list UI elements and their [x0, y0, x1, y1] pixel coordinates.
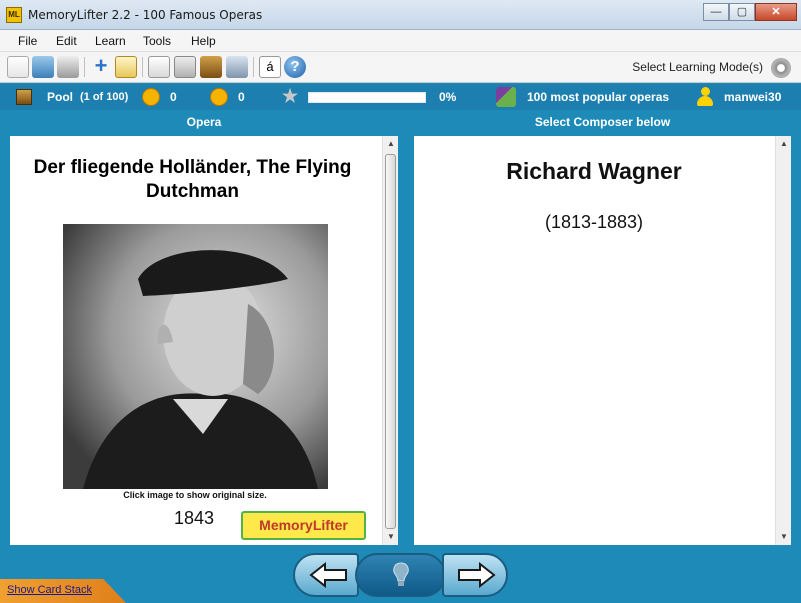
composer-portrait-image[interactable]	[63, 224, 328, 489]
new-file-icon[interactable]	[7, 56, 29, 78]
answer-scrollbar[interactable]: ▲ ▼	[775, 136, 791, 545]
menu-tools[interactable]: Tools	[143, 34, 171, 48]
right-arrow-icon	[458, 562, 496, 588]
wrong-smiley-icon	[210, 88, 228, 106]
scroll-up-arrow-icon[interactable]: ▲	[383, 136, 399, 152]
answer-title: Richard Wagner	[506, 158, 682, 184]
app-logo-icon: ML	[6, 7, 22, 23]
toolbar-separator	[84, 57, 85, 77]
pool-label: Pool	[47, 90, 73, 104]
question-header: Opera	[186, 115, 222, 129]
lightbulb-icon	[393, 562, 409, 586]
add-card-icon[interactable]: +	[90, 55, 112, 78]
menu-bar: File Edit Learn Tools Help	[0, 30, 801, 52]
portrait-drawing	[63, 224, 328, 489]
menu-edit[interactable]: Edit	[56, 34, 77, 48]
menu-learn[interactable]: Learn	[95, 34, 126, 48]
answer-subtitle: (1813-1883)	[544, 212, 644, 232]
question-scrollbar[interactable]: ▲ ▼	[382, 136, 398, 545]
progress-bar	[308, 92, 426, 103]
window-controls: — ▢ ✕	[703, 3, 797, 21]
status-bar: Pool (1 of 100) 0 0 ★ 0% 100 most popula…	[0, 84, 801, 110]
scroll-down-arrow-icon[interactable]: ▼	[776, 529, 792, 545]
maximize-button[interactable]: ▢	[729, 3, 755, 21]
previous-card-button[interactable]	[293, 553, 359, 597]
scroll-up-arrow-icon[interactable]: ▲	[776, 136, 792, 152]
edit-card-icon[interactable]	[115, 56, 137, 78]
card-stack-tab: Show Card Stack	[0, 579, 126, 603]
minimize-button[interactable]: —	[703, 3, 729, 21]
open-folder-icon[interactable]	[32, 56, 54, 78]
pool-count: (1 of 100)	[80, 91, 129, 103]
toolbar-separator	[142, 57, 143, 77]
hint-button[interactable]	[355, 553, 446, 597]
next-card-button[interactable]	[442, 553, 508, 597]
print-icon[interactable]	[57, 56, 79, 78]
progress-percent: 0%	[439, 90, 457, 104]
toolbar: + á ? Select Learning Mode(s)	[0, 52, 801, 83]
menu-file[interactable]: File	[18, 34, 37, 48]
special-char-icon[interactable]: á	[259, 56, 281, 78]
card-navigation	[293, 553, 508, 597]
title-bar: ML MemoryLifter 2.2 - 100 Famous Operas …	[0, 0, 801, 30]
memorylifter-logo: MemoryLifter	[241, 511, 366, 540]
user-icon	[697, 87, 713, 107]
deck-name: 100 most popular operas	[527, 90, 670, 104]
learning-mode-label[interactable]: Select Learning Mode(s)	[632, 60, 763, 74]
scroll-thumb[interactable]	[385, 154, 396, 529]
show-card-stack-link[interactable]: Show Card Stack	[7, 584, 92, 596]
learning-mode-gear-icon[interactable]	[771, 58, 791, 78]
star-icon: ★	[282, 86, 299, 106]
pool-icon	[16, 89, 32, 105]
menu-help[interactable]: Help	[191, 34, 216, 48]
user-name: manwei30	[724, 90, 782, 104]
left-arrow-icon	[309, 562, 347, 588]
question-year: 1843	[174, 508, 215, 528]
correct-smiley-icon	[142, 88, 160, 106]
answer-header: Select Composer below	[534, 115, 671, 129]
help-icon[interactable]: ?	[284, 56, 306, 78]
window-title: MemoryLifter 2.2 - 100 Famous Operas	[28, 8, 263, 22]
correct-count: 0	[170, 90, 177, 104]
image-hint: Click image to show original size.	[123, 490, 267, 500]
deck-icon	[496, 87, 516, 107]
question-panel: Der fliegende Holländer, The Flying Dutc…	[10, 136, 398, 545]
close-button[interactable]: ✕	[755, 3, 797, 21]
toolbar-separator	[253, 57, 254, 77]
answer-panel: Richard Wagner (1813-1883) ▲ ▼	[414, 136, 791, 545]
wrong-count: 0	[238, 90, 245, 104]
tools-icon[interactable]	[226, 56, 248, 78]
question-title: Der fliegende Holländer, The Flying Dutc…	[33, 157, 352, 202]
presentation-icon[interactable]	[148, 56, 170, 78]
scroll-down-arrow-icon[interactable]: ▼	[383, 529, 399, 545]
book-icon[interactable]	[200, 56, 222, 78]
print-cards-icon[interactable]	[174, 56, 196, 78]
